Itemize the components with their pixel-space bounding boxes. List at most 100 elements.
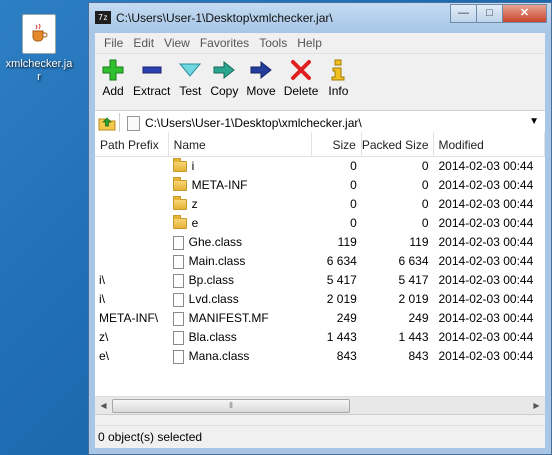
row-modified: 2014-02-03 00:44 (438, 273, 534, 287)
row-size: 0 (350, 216, 357, 230)
row-modified: 2014-02-03 00:44 (438, 197, 534, 211)
row-size: 0 (350, 159, 357, 173)
row-name: META-INF (191, 178, 248, 192)
row-name: Bp.class (188, 273, 235, 287)
scroll-thumb[interactable]: ⦀ (112, 399, 350, 413)
table-row[interactable]: z\ Bla.class 1 443 1 443 2014-02-03 00:44 (95, 328, 545, 347)
row-size: 0 (350, 178, 357, 192)
row-name-cell: Mana.class (169, 347, 312, 366)
row-path-prefix: z\ (99, 330, 109, 344)
row-name: i (191, 159, 195, 173)
row-size: 6 634 (326, 254, 357, 268)
row-packed-size: 843 (408, 349, 429, 363)
column-size[interactable]: Size (312, 132, 362, 156)
row-name-cell: Bla.class (169, 328, 312, 347)
row-modified: 2014-02-03 00:44 (438, 311, 534, 325)
menu-edit[interactable]: Edit (128, 36, 159, 50)
row-name-cell: i (169, 157, 312, 176)
close-button[interactable]: ✕ (502, 4, 547, 23)
move-button[interactable]: Move (242, 58, 279, 98)
table-row[interactable]: e\ Mana.class 843 843 2014-02-03 00:44 (95, 347, 545, 366)
row-path-prefix (95, 252, 169, 271)
row-path-prefix: e\ (99, 349, 110, 363)
move-arrow-icon (249, 58, 273, 82)
row-modified: 2014-02-03 00:44 (438, 178, 534, 192)
menu-tools[interactable]: Tools (254, 36, 292, 50)
row-name-cell: Bp.class (169, 271, 312, 290)
file-icon (172, 273, 184, 288)
menu-view[interactable]: View (159, 36, 195, 50)
scroll-right-arrow-icon[interactable]: ▶ (528, 397, 545, 414)
row-name: MANIFEST.MF (188, 311, 269, 325)
row-name-cell: Main.class (169, 252, 312, 271)
folder-icon (172, 177, 187, 191)
window-title: C:\Users\User-1\Desktop\xmlchecker.jar\ (116, 11, 333, 25)
status-bar: 0 object(s) selected (95, 425, 545, 448)
table-row[interactable]: z 0 0 2014-02-03 00:44 (95, 195, 545, 214)
archive-window: 7z C:\Users\User-1\Desktop\xmlchecker.ja… (88, 2, 552, 455)
extract-button[interactable]: Extract (129, 58, 174, 98)
move-label: Move (246, 84, 276, 98)
desktop-icon-label: xmlchecker.jar (5, 58, 73, 83)
table-row[interactable]: i\ Bp.class 5 417 5 417 2014-02-03 00:44 (95, 271, 545, 290)
chevron-down-icon[interactable]: ▼ (529, 116, 539, 127)
delete-button[interactable]: Delete (280, 58, 323, 98)
column-name[interactable]: Name (169, 132, 313, 156)
copy-button[interactable]: Copy (206, 58, 242, 98)
row-packed-size: 0 (421, 178, 429, 192)
row-size: 2 019 (326, 292, 357, 306)
row-name: Mana.class (188, 349, 250, 363)
row-packed-size: 0 (421, 216, 429, 230)
row-size: 5 417 (326, 273, 357, 287)
test-button[interactable]: Test (174, 58, 206, 98)
minus-icon (140, 58, 164, 82)
table-row[interactable]: Main.class 6 634 6 634 2014-02-03 00:44 (95, 252, 545, 271)
address-path: C:\Users\User-1\Desktop\xmlchecker.jar\ (145, 116, 362, 130)
horizontal-scrollbar[interactable]: ◀ ⦀ ▶ (95, 396, 545, 414)
menu-help[interactable]: Help (292, 36, 327, 50)
extract-label: Extract (133, 84, 171, 98)
column-modified[interactable]: Modified (434, 132, 545, 156)
file-icon (172, 254, 184, 269)
column-packed-size[interactable]: Packed Size (362, 132, 434, 156)
row-name: Ghe.class (188, 235, 243, 249)
menu-favorites[interactable]: Favorites (195, 36, 254, 50)
test-label: Test (179, 84, 202, 98)
row-packed-size: 5 417 (398, 273, 429, 287)
table-row[interactable]: e 0 0 2014-02-03 00:44 (95, 214, 545, 233)
minimize-button[interactable]: — (450, 4, 477, 23)
info-button[interactable]: Info (322, 58, 354, 98)
maximize-button[interactable]: □ (476, 4, 503, 23)
table-row[interactable]: i 0 0 2014-02-03 00:44 (95, 157, 545, 176)
row-modified: 2014-02-03 00:44 (438, 349, 534, 363)
file-icon (172, 330, 184, 345)
column-path-prefix[interactable]: Path Prefix (95, 132, 169, 156)
scroll-left-arrow-icon[interactable]: ◀ (95, 397, 112, 414)
add-label: Add (102, 84, 124, 98)
table-row[interactable]: i\ Lvd.class 2 019 2 019 2014-02-03 00:44 (95, 290, 545, 309)
row-modified: 2014-02-03 00:44 (438, 216, 534, 230)
table-row[interactable]: Ghe.class 119 119 2014-02-03 00:44 (95, 233, 545, 252)
row-modified: 2014-02-03 00:44 (438, 292, 534, 306)
add-button[interactable]: Add (97, 58, 129, 98)
row-modified: 2014-02-03 00:44 (438, 159, 534, 173)
row-size: 843 (336, 349, 357, 363)
menu-file[interactable]: File (99, 36, 128, 50)
copy-arrow-icon (212, 58, 236, 82)
desktop-icon-xmlchecker[interactable]: xmlchecker.jar (0, 14, 78, 84)
archive-file-icon (127, 116, 140, 131)
table-row[interactable]: META-INF\ MANIFEST.MF 249 249 2014-02-03 00:… (95, 309, 545, 328)
up-folder-icon[interactable] (98, 114, 116, 131)
row-name: Bla.class (188, 330, 237, 344)
row-packed-size: 6 634 (398, 254, 429, 268)
row-size: 119 (337, 235, 357, 249)
file-icon (172, 311, 184, 326)
list-header: Path Prefix Name Size Packed Size Modifi… (95, 132, 545, 157)
title-bar[interactable]: 7z C:\Users\User-1\Desktop\xmlchecker.ja… (89, 3, 551, 33)
file-list[interactable]: Path Prefix Name Size Packed Size Modifi… (95, 132, 545, 415)
row-path-prefix (95, 214, 169, 233)
table-row[interactable]: META-INF 0 0 2014-02-03 00:44 (95, 176, 545, 195)
row-packed-size: 119 (409, 235, 429, 249)
delete-label: Delete (283, 84, 319, 98)
row-size: 249 (336, 311, 357, 325)
